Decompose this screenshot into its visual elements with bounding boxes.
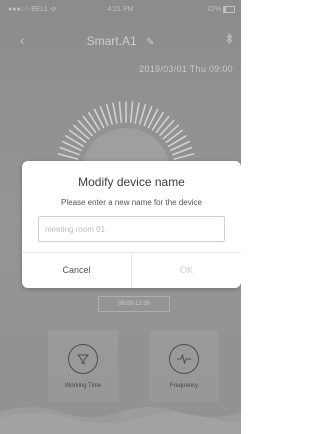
dialog-title: Modify device name xyxy=(78,175,185,189)
rename-device-dialog: Modify device name Please enter a new na… xyxy=(22,161,241,288)
cancel-button[interactable]: Cancel xyxy=(22,253,131,288)
ok-button[interactable]: OK xyxy=(132,253,241,288)
device-name-input[interactable] xyxy=(38,216,225,242)
dialog-subtitle: Please enter a new name for the device xyxy=(61,198,202,207)
app-screen: ●●●○○ BELL 4:21 PM 22% ‹ Smart.A1 ✎ 2019… xyxy=(0,0,241,434)
